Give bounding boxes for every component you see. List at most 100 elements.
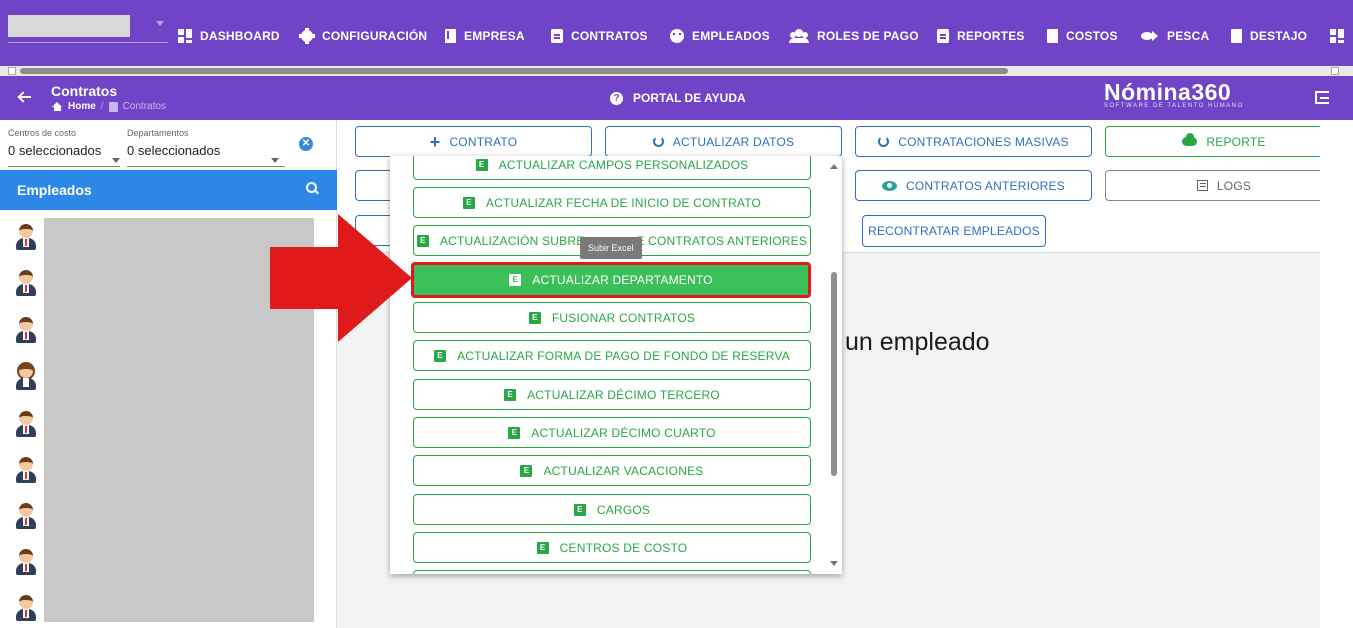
logo: Nómina360 SOFTWARE DE TALENTO HUMANO <box>1104 79 1254 109</box>
menu-item-update-vacations[interactable]: E ACTUALIZAR VACACIONES <box>413 455 811 486</box>
menu-item-label: ACTUALIZAR CAMPOS PERSONALIZADOS <box>498 157 749 172</box>
users-icon <box>789 29 809 43</box>
nav-item-configuracion[interactable]: CONFIGURACIÓN <box>299 27 427 45</box>
employee-avatar[interactable] <box>14 220 38 254</box>
help-portal-link[interactable]: ? PORTAL DE AYUDA <box>610 91 746 105</box>
search-icon[interactable] <box>306 182 318 194</box>
upload-excel-menu[interactable]: E ACTUALIZAR CAMPOS PERSONALIZADOS E ACT… <box>390 156 842 574</box>
nav-item-empleados[interactable]: EMPLEADOS <box>670 27 770 45</box>
breadcrumb: Home / Contratos <box>52 101 166 112</box>
menu-item-label: FUSIONAR CONTRATOS <box>551 310 696 325</box>
back-arrow-icon[interactable] <box>16 88 34 106</box>
clear-filters-icon[interactable]: ✕ <box>299 137 313 151</box>
button-label: CONTRATO <box>449 134 518 149</box>
scroll-right-icon[interactable] <box>1331 67 1339 75</box>
menu-item-label: ACTUALIZAR VACACIONES <box>543 463 704 478</box>
menu-item-update-custom-fields[interactable]: E ACTUALIZAR CAMPOS PERSONALIZADOS <box>413 156 811 180</box>
employee-avatar[interactable] <box>14 499 38 533</box>
excel-icon: E <box>504 388 517 401</box>
menu-item-update-decimo-tercero[interactable]: E ACTUALIZAR DÉCIMO TERCERO <box>413 379 811 410</box>
departments-filter[interactable]: Departamentos 0 seleccionados <box>127 128 285 167</box>
company-select[interactable] <box>8 15 168 43</box>
nav-item-empresa[interactable]: EMPRESA <box>445 27 525 45</box>
menu-item-update-decimo-cuarto[interactable]: E ACTUALIZAR DÉCIMO CUARTO <box>413 417 811 448</box>
nav-item-dashboard[interactable]: DASHBOARD <box>178 27 280 45</box>
refresh-icon <box>652 136 664 147</box>
filter-underline <box>8 166 120 167</box>
help-icon: ? <box>610 91 623 105</box>
logo-text: Nómina360 <box>1104 79 1232 105</box>
scrollbar-thumb[interactable] <box>831 272 837 476</box>
menu-item-label: ACTUALIZAR DEPARTAMENTO <box>532 273 713 287</box>
page-title: Contratos <box>51 83 118 99</box>
button-label: LOGS <box>1216 178 1252 193</box>
nav-item-label: EMPRESA <box>464 29 525 43</box>
nav-item-label: DESTAJO <box>1250 29 1308 43</box>
nav-item-roles-de-pago[interactable]: ROLES DE PAGO <box>789 27 919 45</box>
menu-item-update-contract-start-date[interactable]: E ACTUALIZAR FECHA DE INICIO DE CONTRATO <box>413 187 811 218</box>
employees-header: Empleados <box>0 170 337 210</box>
employee-avatar[interactable] <box>14 266 38 300</box>
mass-hiring-button[interactable]: CONTRATACIONES MASIVAS <box>855 126 1092 157</box>
list-icon <box>1196 180 1208 191</box>
breadcrumb-home[interactable]: Home <box>68 101 96 112</box>
scroll-down-icon[interactable] <box>830 561 838 566</box>
document-icon <box>1231 29 1242 43</box>
scroll-left-icon[interactable] <box>8 67 16 75</box>
excel-icon: E <box>528 311 541 324</box>
menu-item-merge-contracts[interactable]: E FUSIONAR CONTRATOS <box>413 302 811 333</box>
scrollbar-thumb[interactable] <box>20 68 1008 74</box>
employee-avatar[interactable] <box>14 407 38 441</box>
help-label: PORTAL DE AYUDA <box>633 91 746 105</box>
page-header: Contratos Home / Contratos ? PORTAL DE A… <box>0 76 1353 120</box>
menu-item-label: ACTUALIZAR FECHA DE INICIO DE CONTRATO <box>485 195 762 210</box>
chevron-down-icon <box>112 158 120 163</box>
home-icon <box>52 102 63 111</box>
filter-underline <box>127 166 285 167</box>
menu-scrollbar[interactable] <box>828 156 842 574</box>
breadcrumb-separator: / <box>100 101 104 112</box>
right-gutter <box>1320 120 1353 628</box>
select-employee-message: un empleado <box>845 328 990 356</box>
eye-icon <box>882 180 898 191</box>
menu-item-label: CENTROS DE COSTO <box>559 540 688 555</box>
nav-item-destajo[interactable]: DESTAJO <box>1231 27 1307 45</box>
logo-tagline: SOFTWARE DE TALENTO HUMANO <box>1104 103 1244 109</box>
employee-avatar[interactable] <box>14 313 38 347</box>
menu-item-update-reserve-fund-payment[interactable]: E ACTUALIZAR FORMA DE PAGO DE FONDO DE R… <box>413 340 811 371</box>
nav-item-pesca[interactable]: PESCA <box>1141 27 1209 45</box>
excel-icon: E <box>508 426 521 439</box>
button-label: CONTRATACIONES MASIVAS <box>898 134 1069 149</box>
horizontal-scrollbar[interactable] <box>0 66 1353 76</box>
company-select-underline <box>8 42 168 43</box>
menu-item-positions[interactable]: E CARGOS <box>413 494 811 525</box>
menu-item-cost-centers[interactable]: E CENTROS DE COSTO <box>413 532 811 563</box>
filter-label: Departamentos <box>127 128 189 138</box>
menu-item-next[interactable] <box>413 570 811 574</box>
update-data-button[interactable]: ACTUALIZAR DATOS <box>605 126 842 157</box>
nav-item-label: ROLES DE PAGO <box>817 29 919 43</box>
employee-avatar[interactable] <box>14 453 38 487</box>
menu-item-update-department[interactable]: E ACTUALIZAR DEPARTAMENTO <box>411 262 811 298</box>
excel-icon: E <box>573 503 586 516</box>
rehire-employees-button[interactable]: RECONTRATAR EMPLEADOS <box>862 215 1046 247</box>
chevron-down-icon <box>156 21 164 26</box>
report-button[interactable]: REPORTE <box>1105 126 1343 157</box>
logs-button[interactable]: LOGS <box>1105 170 1343 201</box>
logout-icon[interactable] <box>1315 91 1329 104</box>
employee-avatar[interactable] <box>14 591 38 625</box>
filter-value: 0 seleccionados <box>8 143 102 158</box>
nav-item-overflow[interactable] <box>1330 27 1344 45</box>
scroll-up-icon[interactable] <box>830 164 838 169</box>
nav-item-costos[interactable]: COSTOS <box>1047 27 1118 45</box>
previous-contracts-button[interactable]: CONTRATOS ANTERIORES <box>855 170 1092 201</box>
employee-avatar[interactable] <box>14 360 38 394</box>
add-contract-button[interactable]: + CONTRATO <box>355 126 592 157</box>
menu-item-label: CARGOS <box>596 502 651 517</box>
cost-centers-filter[interactable]: Centros de costo 0 seleccionados <box>8 128 120 167</box>
nav-item-contratos[interactable]: CONTRATOS <box>551 27 648 45</box>
menu-item-label: ACTUALIZAR DÉCIMO CUARTO <box>531 425 716 440</box>
nav-item-reportes[interactable]: REPORTES <box>937 27 1025 45</box>
clipboard-icon <box>108 101 118 112</box>
employee-avatar[interactable] <box>14 545 38 579</box>
